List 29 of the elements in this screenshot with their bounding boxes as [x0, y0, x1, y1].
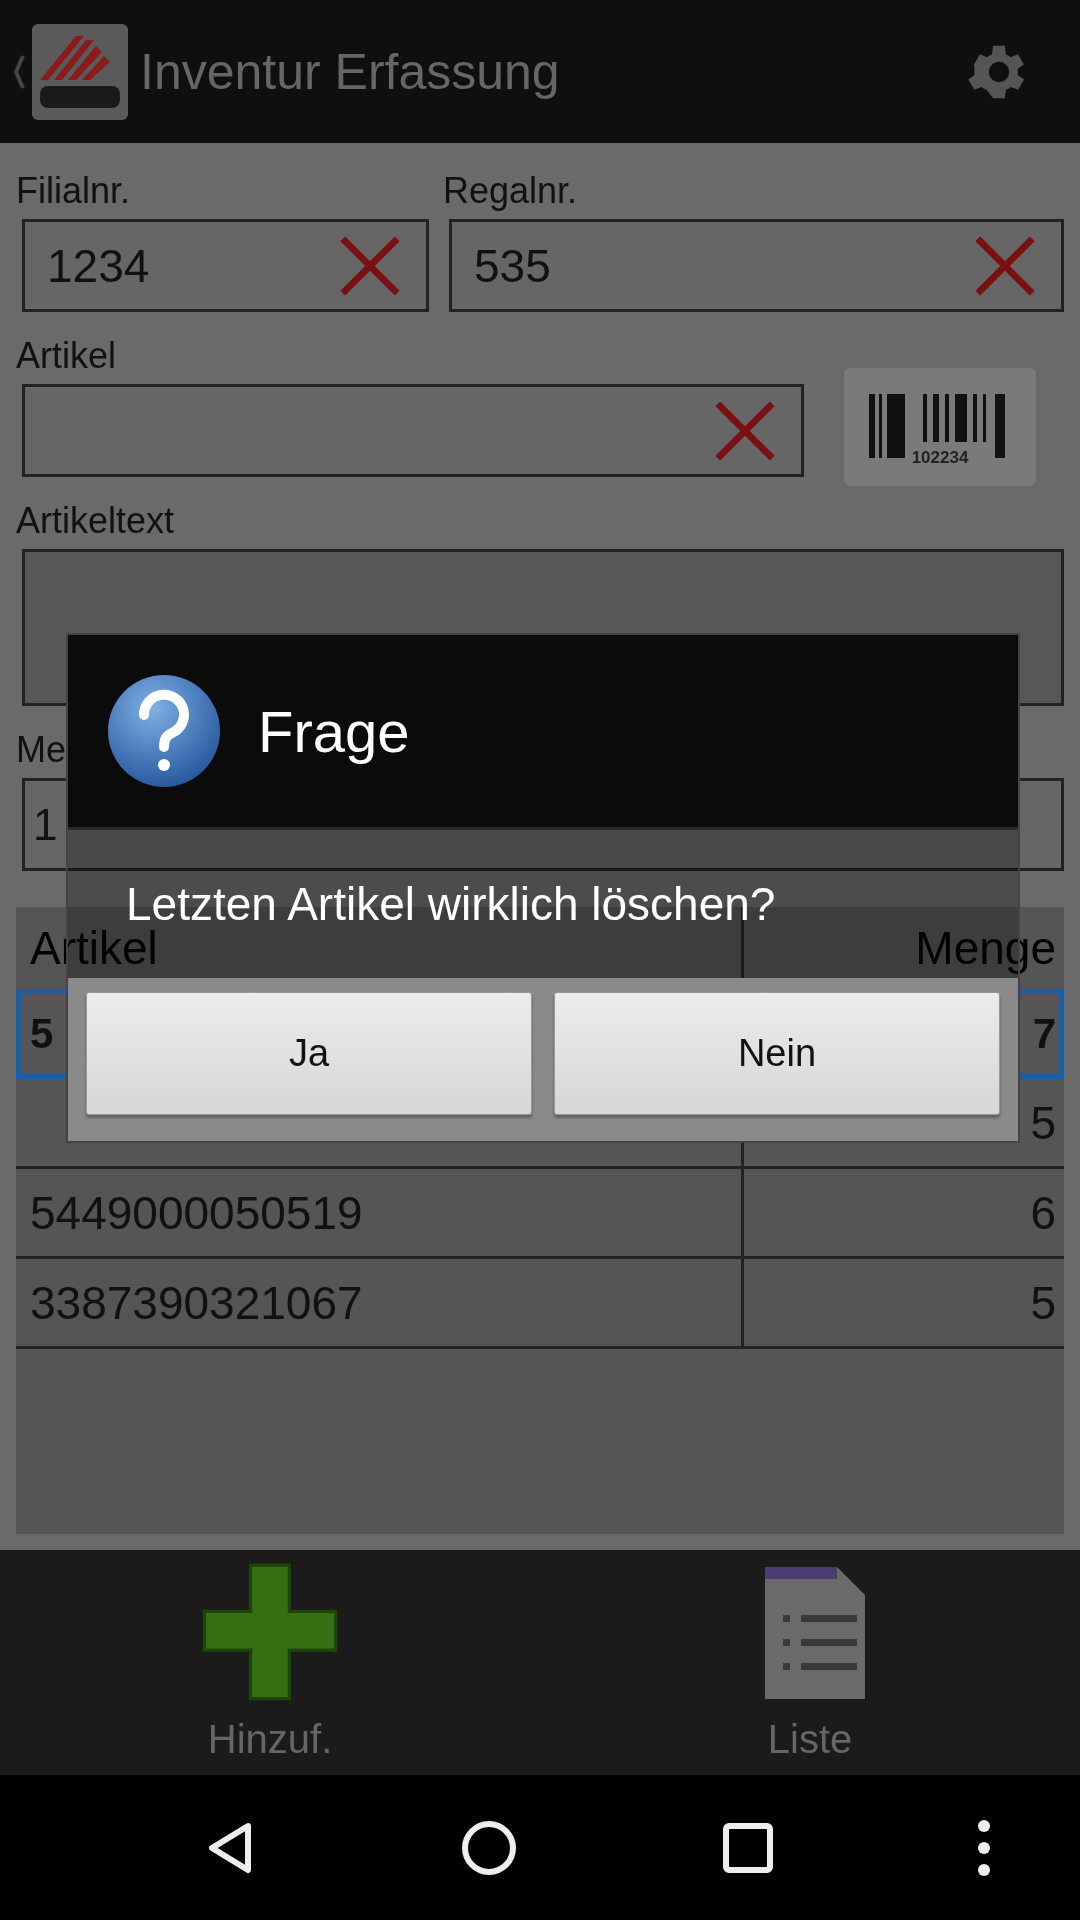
table-cell: 7 [1032, 1010, 1056, 1058]
app-title: Inventur Erfassung [140, 42, 561, 101]
table-cell: 5 [1030, 1095, 1056, 1150]
list-button[interactable]: Liste [540, 1550, 1080, 1775]
field-label: Filialnr. [16, 169, 131, 213]
field-label: Artikeltext [16, 499, 175, 543]
table-cell: 5449000050519 [30, 1185, 363, 1240]
table-cell: 5 [1030, 1275, 1056, 1330]
field-label: Me [16, 728, 66, 772]
table-cell: 5 [30, 1010, 54, 1058]
table-cell: 6 [1030, 1185, 1056, 1240]
question-icon [106, 673, 222, 789]
table-row[interactable]: 5449000050519 6 [16, 1169, 1064, 1259]
logo-icon [32, 23, 128, 120]
more-icon[interactable] [976, 1817, 991, 1878]
barcode-scan-button[interactable]: 102234 [844, 368, 1036, 486]
plus-icon [200, 1563, 340, 1703]
table-row[interactable]: 3387390321067 5 [16, 1259, 1064, 1349]
yes-button[interactable]: Ja [86, 992, 532, 1115]
no-button[interactable]: Nein [554, 992, 1000, 1115]
field-label: Artikel [16, 334, 117, 378]
shelf-number-field[interactable]: 535 [449, 219, 1064, 312]
dialog-title: Frage [258, 697, 410, 765]
column-header: Menge [914, 921, 1057, 975]
table-cell: 3387390321067 [30, 1275, 363, 1330]
add-button[interactable]: Hinzuf. [0, 1550, 540, 1775]
field-label: Regalnr. [443, 169, 578, 213]
article-field[interactable] [22, 384, 804, 477]
store-number-field[interactable]: 1234 [22, 219, 429, 312]
